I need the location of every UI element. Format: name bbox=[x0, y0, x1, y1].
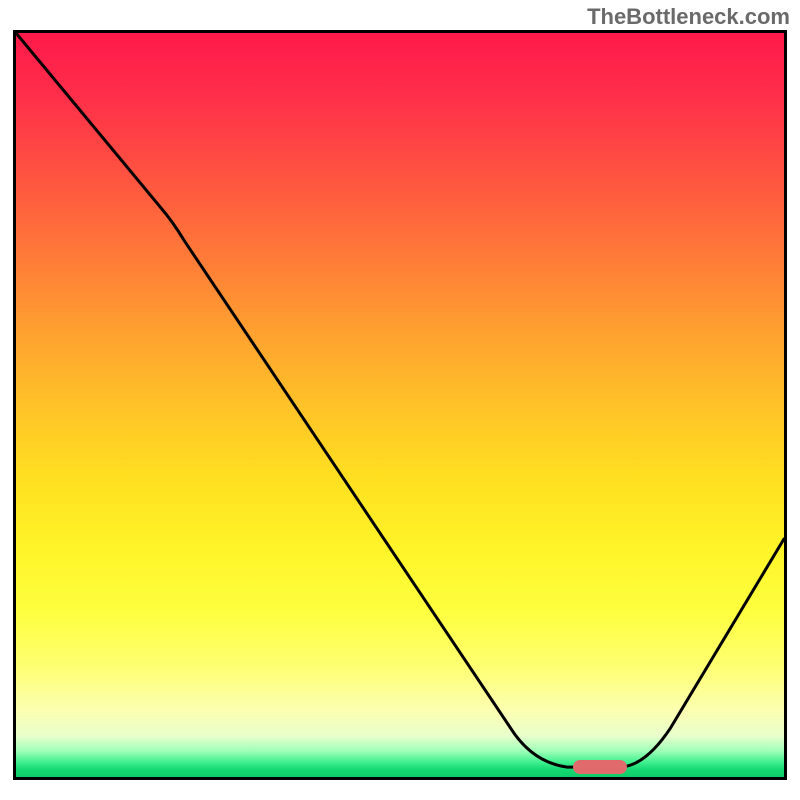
watermark-text: TheBottleneck.com bbox=[587, 4, 790, 30]
chart-plot-area bbox=[13, 30, 787, 780]
optimal-range-marker bbox=[573, 760, 627, 774]
bottleneck-curve-line bbox=[16, 33, 784, 767]
chart-curve-svg bbox=[16, 33, 784, 777]
